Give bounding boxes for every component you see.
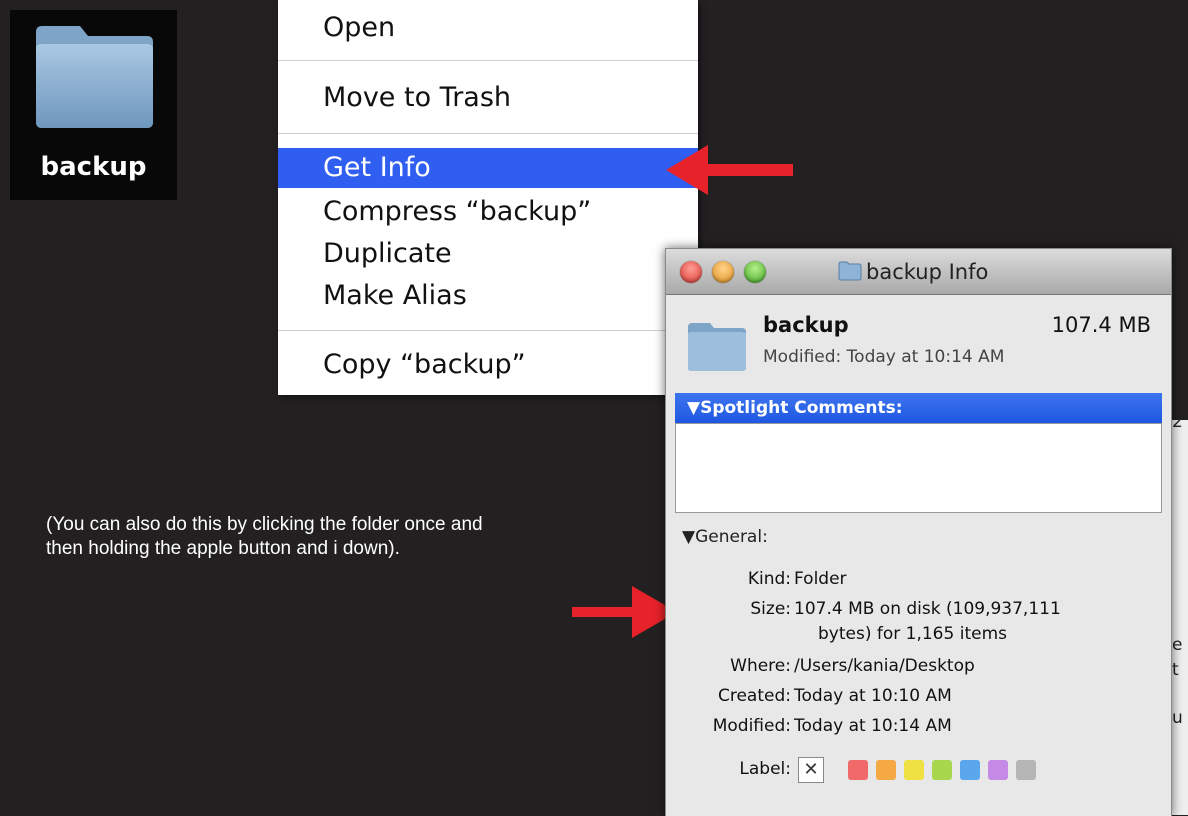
item-name: backup (763, 313, 849, 337)
instruction-text: (You can also do this by clicking the fo… (46, 514, 483, 559)
menu-separator (278, 330, 698, 331)
context-menu: Open Move to Trash Get Info Compress “ba… (278, 0, 698, 395)
where-key: Where: (730, 656, 791, 676)
folder-icon-tile[interactable]: backup (10, 10, 177, 200)
label-green-swatch[interactable] (932, 760, 952, 780)
menu-item-duplicate[interactable]: Duplicate (278, 234, 698, 274)
window-titlebar[interactable]: backup Info (666, 249, 1171, 295)
label-red-swatch[interactable] (848, 760, 868, 780)
created-value: Today at 10:10 AM (794, 686, 952, 706)
label-orange-swatch[interactable] (876, 760, 896, 780)
kind-key: Kind: (747, 569, 791, 589)
label-none-button[interactable]: ✕ (798, 757, 824, 783)
menu-item-compress[interactable]: Compress “backup” (278, 192, 698, 232)
close-button[interactable] (680, 261, 702, 283)
red-arrow-get-info (666, 145, 793, 195)
background-window-edge: 2 e t u (1170, 412, 1188, 815)
spotlight-comments-header[interactable]: ▼Spotlight Comments: (675, 393, 1162, 423)
general-section-header[interactable]: ▼General: (682, 527, 768, 547)
menu-separator (278, 60, 698, 61)
spotlight-comments-input[interactable] (675, 423, 1162, 513)
folder-icon (36, 26, 153, 128)
created-key: Created: (717, 686, 791, 706)
where-value: /Users/kania/Desktop (794, 656, 975, 676)
menu-item-get-info[interactable]: Get Info (278, 148, 698, 188)
window-title: backup Info (866, 260, 989, 284)
menu-item-move-to-trash[interactable]: Move to Trash (278, 78, 698, 118)
label-gray-swatch[interactable] (1016, 760, 1036, 780)
label-purple-swatch[interactable] (988, 760, 1008, 780)
size-value-cont: bytes) for 1,165 items (818, 624, 1007, 644)
size-key: Size: (750, 599, 791, 619)
item-modified: Modified: Today at 10:14 AM (763, 347, 1005, 367)
menu-item-copy[interactable]: Copy “backup” (278, 345, 698, 385)
zoom-button[interactable] (744, 261, 766, 283)
item-size: 107.4 MB (1051, 313, 1151, 337)
folder-icon (688, 323, 746, 371)
modified-key: Modified: (712, 716, 791, 736)
background-text: 2 (1172, 412, 1183, 432)
background-text: e (1172, 635, 1183, 655)
label-blue-swatch[interactable] (960, 760, 980, 780)
folder-icon (838, 261, 862, 281)
folder-label: backup (40, 152, 147, 182)
background-text: t (1172, 660, 1179, 680)
label-key: Label: (739, 759, 791, 779)
modified-value: Today at 10:14 AM (794, 716, 952, 736)
kind-value: Folder (794, 569, 847, 589)
menu-item-open[interactable]: Open (278, 8, 698, 48)
minimize-button[interactable] (712, 261, 734, 283)
menu-item-make-alias[interactable]: Make Alias (278, 276, 698, 316)
size-value: 107.4 MB on disk (109,937,111 (794, 599, 1061, 619)
menu-separator (278, 133, 698, 134)
background-text: u (1172, 708, 1183, 728)
label-yellow-swatch[interactable] (904, 760, 924, 780)
get-info-window: backup Info backup 107.4 MB Modified: To… (665, 248, 1172, 816)
